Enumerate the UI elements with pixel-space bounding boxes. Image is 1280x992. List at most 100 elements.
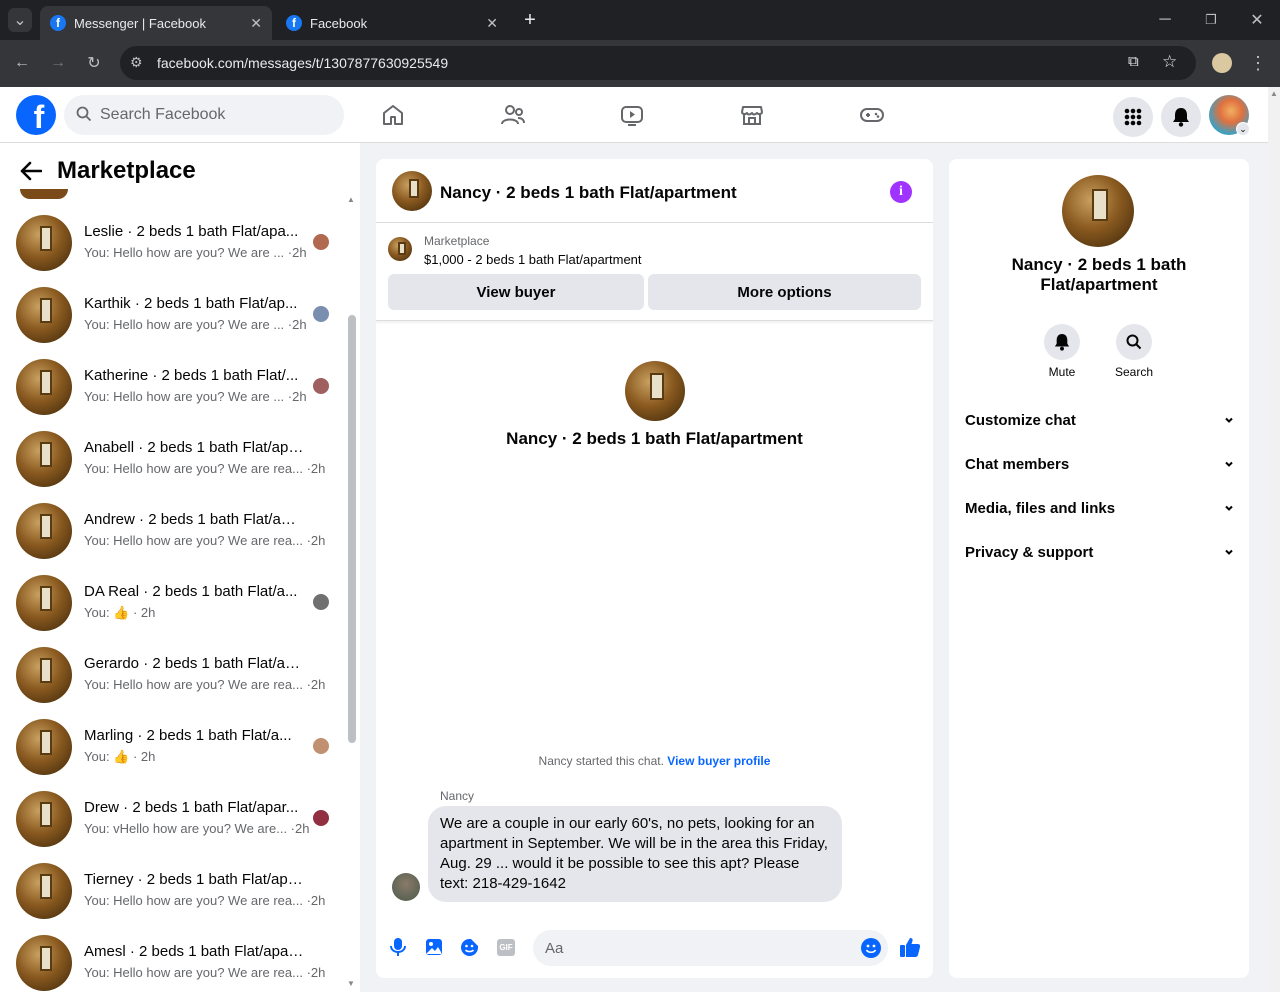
conversation-name: Andrew · 2 beds 1 bath Flat/apar... <box>84 511 304 528</box>
url-field[interactable]: ⚙ facebook.com/messages/t/13078776309255… <box>120 46 1196 80</box>
home-icon[interactable] <box>381 103 407 129</box>
listing-avatar <box>16 935 72 991</box>
conversation-item[interactable]: Katherine · 2 beds 1 bath Flat/... You: H… <box>0 359 340 431</box>
scroll-down-icon[interactable]: ▼ <box>347 979 355 988</box>
sticker-icon[interactable] <box>460 938 479 957</box>
bell-icon <box>1172 107 1190 127</box>
listing-avatar <box>16 719 72 775</box>
reload-icon[interactable]: ↻ <box>82 51 106 75</box>
close-tab-icon[interactable]: ✕ <box>486 15 498 32</box>
like-icon[interactable] <box>899 936 921 958</box>
customize-chat-section[interactable]: Customize chat <box>965 412 1235 429</box>
search-label: Search <box>1114 365 1154 379</box>
conversation-name: Gerardo · 2 beds 1 bath Flat/apa... <box>84 655 304 672</box>
new-tab-icon[interactable]: + <box>518 8 542 32</box>
intro-avatar[interactable] <box>625 361 685 421</box>
menu-grid-button[interactable] <box>1113 97 1153 137</box>
conversation-item[interactable]: DA Real · 2 beds 1 bath Flat/a... You: 👍 … <box>0 575 340 647</box>
listing-avatar <box>16 863 72 919</box>
conversation-preview: You: vHello how are you? We are... ·2h <box>84 821 310 836</box>
marketplace-icon[interactable] <box>740 103 766 129</box>
more-options-button[interactable]: More options <box>648 274 921 310</box>
forward-icon[interactable]: → <box>46 51 70 75</box>
profile-avatar-icon[interactable] <box>1212 53 1232 73</box>
search-input[interactable]: Search Facebook <box>64 95 344 135</box>
close-tab-icon[interactable]: ✕ <box>250 15 262 32</box>
video-icon[interactable] <box>620 103 646 129</box>
minimize-icon[interactable]: ─ <box>1153 8 1177 32</box>
seen-avatar <box>313 378 329 394</box>
friends-icon[interactable] <box>500 103 526 129</box>
page-scrollbar[interactable]: ▲ <box>1268 87 1280 992</box>
chevron-down-icon <box>1223 458 1235 470</box>
install-app-icon[interactable]: ⧉ <box>1128 53 1139 70</box>
conversation-name: Katherine · 2 beds 1 bath Flat/... <box>84 367 299 384</box>
composer-placeholder: Aa <box>545 939 564 957</box>
tab-search-chevron-icon[interactable]: ⌄ <box>8 8 32 32</box>
conversation-item[interactable]: Leslie · 2 beds 1 bath Flat/apa... You: H… <box>0 215 340 287</box>
scroll-up-icon[interactable]: ▲ <box>347 195 355 204</box>
conversation-item[interactable]: Drew · 2 beds 1 bath Flat/apar... You: vH… <box>0 791 340 863</box>
conversation-item[interactable]: Marling · 2 beds 1 bath Flat/a... You: 👍 … <box>0 719 340 791</box>
message-bubble[interactable]: We are a couple in our early 60's, no pe… <box>428 806 842 902</box>
chat-started-note: Nancy started this chat. View buyer prof… <box>376 754 933 768</box>
listing-avatar <box>16 503 72 559</box>
close-window-icon[interactable]: ✕ <box>1245 8 1269 32</box>
search-conversation-button[interactable] <box>1116 324 1152 360</box>
restore-icon[interactable]: ❐ <box>1199 8 1223 32</box>
conversation-item[interactable]: Karthik · 2 beds 1 bath Flat/ap... You: H… <box>0 287 340 359</box>
conversation-preview: You: 👍 · 2h <box>84 749 156 764</box>
notifications-button[interactable] <box>1161 97 1201 137</box>
listing-avatar <box>16 287 72 343</box>
seen-avatar <box>313 594 329 610</box>
sender-avatar[interactable] <box>392 873 420 901</box>
back-arrow-icon[interactable] <box>20 161 42 181</box>
conversation-item[interactable]: Tierney · 2 beds 1 bath Flat/apar... You:… <box>0 863 340 935</box>
scroll-up-icon[interactable]: ▲ <box>1270 89 1278 98</box>
conversation-item[interactable]: Amesl · 2 beds 1 bath Flat/apart... You: … <box>0 935 340 992</box>
message-input[interactable]: Aa <box>533 930 888 966</box>
conversation-name: Marling · 2 beds 1 bath Flat/a... <box>84 727 292 744</box>
facebook-logo-icon[interactable]: f <box>16 95 56 135</box>
account-chevron-icon[interactable]: ⌄ <box>1236 122 1250 136</box>
info-icon[interactable]: i <box>890 181 912 203</box>
listing-detail[interactable]: $1,000 - 2 beds 1 bath Flat/apartment <box>424 252 642 267</box>
conversation-item[interactable]: Gerardo · 2 beds 1 bath Flat/apa... You: … <box>0 647 340 719</box>
chat-info-panel: Nancy · 2 beds 1 bath Flat/apartment Mut… <box>949 159 1249 978</box>
emoji-icon[interactable] <box>861 938 881 958</box>
conversation-list-panel: Marketplace Leslie · 2 beds 1 bath Flat/… <box>0 143 360 992</box>
conversation-preview: You: Hello how are you? We are ... ·2h <box>84 389 307 404</box>
browser-menu-icon[interactable]: ⋮ <box>1246 51 1270 75</box>
view-buyer-button[interactable]: View buyer <box>388 274 644 310</box>
search-icon <box>1126 334 1142 350</box>
conversation-item[interactable]: Andrew · 2 beds 1 bath Flat/apar... You: … <box>0 503 340 575</box>
photo-icon[interactable] <box>425 938 443 956</box>
microphone-icon[interactable] <box>390 937 406 957</box>
scrollbar-thumb[interactable] <box>348 315 356 743</box>
search-icon <box>76 106 92 122</box>
chat-members-section[interactable]: Chat members <box>965 456 1235 473</box>
site-info-icon[interactable]: ⚙ <box>130 54 143 71</box>
chevron-down-icon <box>1223 502 1235 514</box>
tab-messenger[interactable]: f Messenger | Facebook ✕ <box>40 6 272 40</box>
conversation-item[interactable]: Anabell · 2 beds 1 bath Flat/apar... You:… <box>0 431 340 503</box>
listing-avatar <box>16 647 72 703</box>
chat-title[interactable]: Nancy · 2 beds 1 bath Flat/apartment <box>440 183 737 203</box>
privacy-support-section[interactable]: Privacy & support <box>965 544 1235 561</box>
section-label: Privacy & support <box>965 544 1094 561</box>
tab-facebook[interactable]: f Facebook ✕ <box>276 6 508 40</box>
media-files-links-section[interactable]: Media, files and links <box>965 500 1235 517</box>
info-avatar[interactable] <box>1062 175 1134 247</box>
mute-button[interactable] <box>1044 324 1080 360</box>
gaming-icon[interactable] <box>859 103 885 129</box>
gif-icon[interactable]: GIF <box>497 939 515 956</box>
listing-thumbnail[interactable] <box>388 237 412 261</box>
conversation-preview: You: Hello how are you? We are ... ·2h <box>84 317 307 332</box>
back-icon[interactable]: ← <box>10 51 34 75</box>
section-label: Chat members <box>965 456 1070 473</box>
section-label: Media, files and links <box>965 500 1116 517</box>
bookmark-star-icon[interactable]: ☆ <box>1162 52 1177 72</box>
panel-title: Marketplace <box>57 157 196 184</box>
view-buyer-profile-link[interactable]: View buyer profile <box>667 754 770 768</box>
chat-avatar[interactable] <box>392 171 432 211</box>
